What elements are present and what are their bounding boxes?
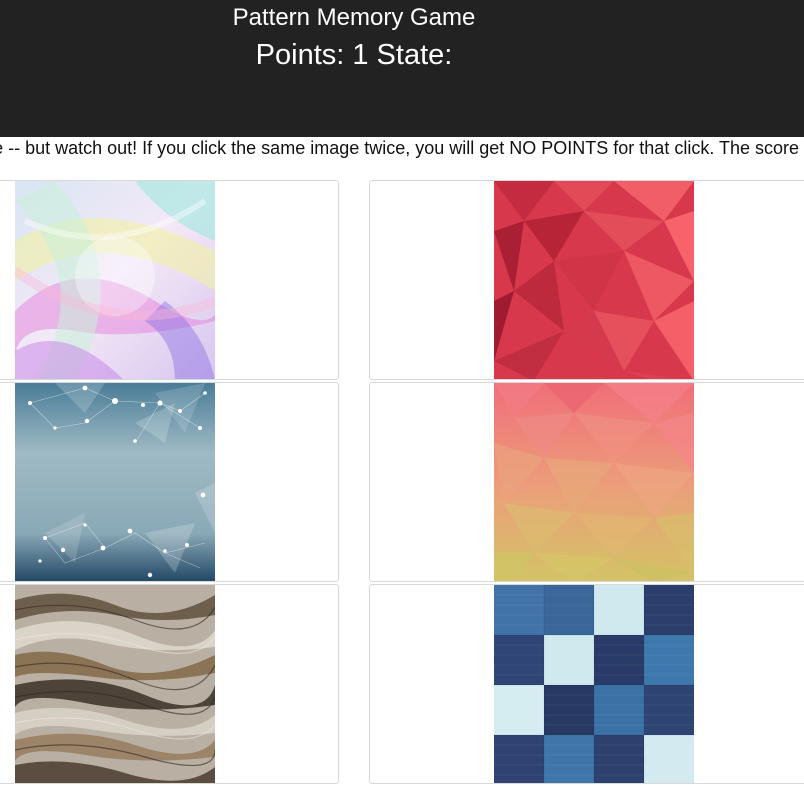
instructions-text: Click an image to score -- but watch out… bbox=[0, 138, 804, 158]
coral-yellow-polygon-image[interactable] bbox=[494, 383, 694, 581]
image-card-5[interactable] bbox=[0, 584, 339, 784]
blue-network-dots-image[interactable] bbox=[15, 383, 215, 581]
image-card-3[interactable] bbox=[0, 382, 339, 582]
game-title: Pattern Memory Game bbox=[232, 4, 476, 31]
score-state-line: Points: 1 State: bbox=[255, 39, 453, 71]
instructions-banner: Click an image to score -- but watch out… bbox=[0, 137, 804, 159]
denim-checkerboard-image[interactable] bbox=[494, 585, 694, 783]
image-card-4[interactable] bbox=[369, 382, 804, 582]
marble-rock-strata-image[interactable] bbox=[15, 585, 215, 783]
red-polygon-image[interactable] bbox=[494, 181, 694, 379]
image-card-6[interactable] bbox=[369, 584, 804, 784]
image-card-2[interactable] bbox=[369, 180, 804, 380]
image-card-1[interactable] bbox=[0, 180, 339, 380]
game-header: Pattern Memory Game Points: 1 State: bbox=[0, 0, 804, 137]
pastel-abstract-swirl-image[interactable] bbox=[15, 181, 215, 379]
